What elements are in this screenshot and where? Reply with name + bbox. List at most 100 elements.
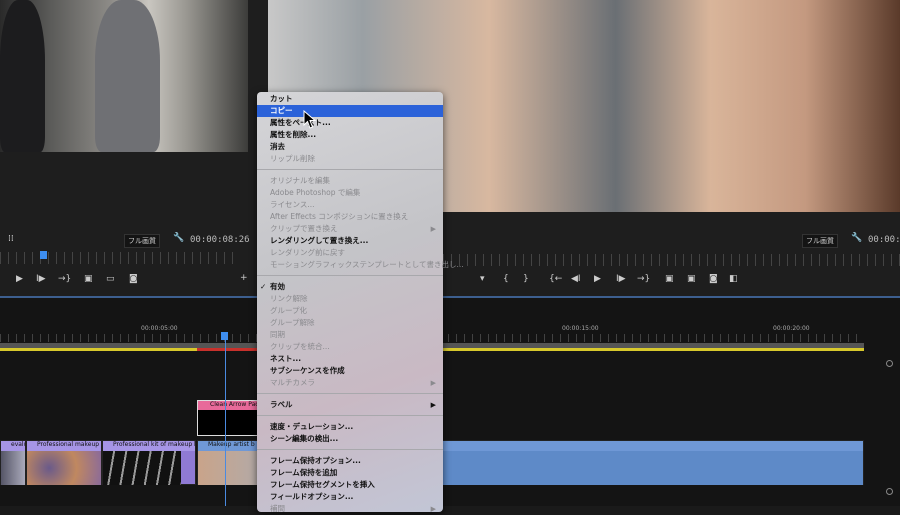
program-ruler[interactable] — [443, 254, 900, 266]
menu-item-label: フィールドオプション... — [270, 492, 354, 501]
submenu-arrow-icon: ▶ — [430, 379, 436, 387]
clip[interactable]: Professional makeup — [26, 440, 102, 485]
menu-item[interactable]: リンク解除 — [257, 293, 443, 305]
menu-item[interactable]: カット — [257, 93, 443, 105]
menu-item-label: 消去 — [270, 142, 285, 151]
compare-icon[interactable]: ◧ — [729, 274, 738, 284]
menu-item[interactable]: クリップを統合... — [257, 341, 443, 353]
wrench-icon[interactable]: 🔧 — [173, 233, 184, 243]
scrollbar-handle[interactable] — [886, 360, 893, 367]
add-button-icon[interactable]: + — [240, 273, 248, 283]
waveform-icon[interactable]: ⁞⁞ — [8, 234, 14, 244]
menu-item-label: マルチカメラ — [270, 378, 315, 387]
menu-item[interactable]: コピー — [257, 105, 443, 117]
render-bar-red — [197, 348, 257, 351]
menu-item[interactable]: ✓ 有効 — [257, 281, 443, 293]
menu-item-label: フレーム保持オプション... — [270, 456, 361, 465]
step-forward-icon[interactable]: I▶ — [36, 274, 46, 284]
menu-separator — [257, 415, 443, 416]
menu-item[interactable]: グループ化 — [257, 305, 443, 317]
lift-icon[interactable]: ▣ — [665, 274, 674, 284]
marker-icon[interactable]: ▾ — [480, 274, 485, 284]
menu-item[interactable]: 属性をペースト... — [257, 117, 443, 129]
play-icon[interactable]: ▶ — [594, 274, 601, 284]
go-to-out-icon[interactable]: →} — [637, 274, 650, 284]
submenu-arrow-icon: ▶ — [430, 401, 436, 409]
program-monitor-controls: フル画質 🔧 00:00:39 ▾ { } {← ◀I ▶ I▶ →} ▣ ▣ … — [443, 212, 900, 296]
menu-item[interactable]: ライセンス... — [257, 199, 443, 211]
menu-item[interactable]: フレーム保持を追加 — [257, 467, 443, 479]
menu-item-label: カット — [270, 94, 293, 103]
menu-item[interactable]: リップル削除 — [257, 153, 443, 165]
menu-item[interactable]: サブシーケンスを作成 — [257, 365, 443, 377]
graphic-clip[interactable]: Clean Arrow Pac — [197, 400, 261, 436]
menu-item[interactable]: フレーム保持オプション... — [257, 455, 443, 467]
source-ruler[interactable] — [0, 252, 240, 264]
menu-item-label: ライセンス... — [270, 200, 315, 209]
insert-icon[interactable]: ▣ — [84, 274, 93, 284]
menu-item[interactable]: グループ解除 — [257, 317, 443, 329]
menu-item-label: 有効 — [270, 282, 285, 291]
camera-icon[interactable]: ◙ — [709, 274, 718, 284]
menu-item[interactable]: 速度・デュレーション... — [257, 421, 443, 433]
menu-item-label: ラベル — [270, 400, 293, 409]
menu-separator — [257, 275, 443, 276]
step-forward-icon[interactable]: I▶ — [616, 274, 626, 284]
graphic-clip-label: Clean Arrow Pac — [198, 401, 260, 410]
menu-item[interactable]: シーン編集の検出... — [257, 433, 443, 445]
menu-item-label: リップル削除 — [270, 154, 315, 163]
program-timecode[interactable]: 00:00:39 — [868, 235, 900, 245]
step-back-icon[interactable]: ◀I — [571, 274, 581, 284]
source-monitor-controls: ⁞⁞ フル画質 🔧 00:00:08:26 ▶ I▶ →} ▣ ▭ ◙ + — [0, 152, 250, 296]
menu-item-label: 属性を削除... — [270, 130, 317, 139]
mark-in-icon[interactable]: { — [503, 274, 509, 284]
menu-item-label: After Effects コンポジションに置き換え — [270, 212, 409, 221]
menu-item-label: 速度・デュレーション... — [270, 422, 354, 431]
overwrite-icon[interactable]: ▭ — [106, 274, 115, 284]
clip[interactable]: evaluate — [0, 440, 26, 485]
menu-item-label: コピー — [270, 106, 293, 115]
source-playhead[interactable] — [40, 251, 47, 259]
menu-item[interactable]: ラベル ▶ — [257, 399, 443, 411]
program-quality-dropdown[interactable]: フル画質 — [802, 234, 838, 248]
menu-item[interactable]: フレーム保持セグメントを挿入 — [257, 479, 443, 491]
clip[interactable]: Professional kit of makeup br — [102, 440, 196, 485]
menu-item[interactable]: 同期 — [257, 329, 443, 341]
mark-out-icon[interactable]: } — [523, 274, 529, 284]
timeline-playhead[interactable] — [225, 335, 226, 506]
menu-item[interactable]: 消去 — [257, 141, 443, 153]
menu-item[interactable]: モーショングラフィックステンプレートとして書き出し... — [257, 259, 464, 271]
menu-item-label: 補間 — [270, 504, 285, 513]
menu-item-label: グループ化 — [270, 306, 308, 315]
submenu-arrow-icon: ▶ — [430, 225, 436, 233]
camera-icon[interactable]: ◙ — [129, 274, 138, 284]
menu-item[interactable]: After Effects コンポジションに置き換え — [257, 211, 443, 223]
menu-item-label: クリップを統合... — [270, 342, 330, 351]
menu-item-label: サブシーケンスを作成 — [270, 366, 345, 375]
play-icon[interactable]: ▶ — [16, 274, 23, 284]
menu-item[interactable]: フィールドオプション... — [257, 491, 443, 503]
go-to-in-icon[interactable]: {← — [549, 274, 562, 284]
scrollbar-handle[interactable] — [886, 488, 893, 495]
menu-item[interactable]: ネスト... — [257, 353, 443, 365]
menu-item[interactable]: レンダリング前に戻す — [257, 247, 443, 259]
menu-item-label: リンク解除 — [270, 294, 308, 303]
source-monitor-video — [0, 0, 248, 152]
menu-item-label: レンダリング前に戻す — [270, 248, 345, 257]
menu-item[interactable]: マルチカメラ ▶ — [257, 377, 443, 389]
ruler-label: 00:00:05:00 — [141, 325, 178, 332]
source-timecode[interactable]: 00:00:08:26 — [190, 235, 250, 245]
menu-item[interactable]: 属性を削除... — [257, 129, 443, 141]
go-to-out-icon[interactable]: →} — [58, 274, 71, 284]
menu-item-label: Adobe Photoshop で編集 — [270, 188, 361, 197]
menu-item[interactable]: クリップで置き換え ▶ — [257, 223, 443, 235]
source-quality-dropdown[interactable]: フル画質 — [124, 234, 160, 248]
menu-item[interactable]: レンダリングして置き換え... — [257, 235, 443, 247]
menu-item[interactable]: Adobe Photoshop で編集 — [257, 187, 443, 199]
menu-separator — [257, 169, 443, 170]
menu-item[interactable]: 補間 ▶ — [257, 503, 443, 515]
menu-item[interactable]: オリジナルを編集 — [257, 175, 443, 187]
extract-icon[interactable]: ▣ — [687, 274, 696, 284]
menu-item-label: グループ解除 — [270, 318, 315, 327]
wrench-icon[interactable]: 🔧 — [851, 233, 862, 243]
